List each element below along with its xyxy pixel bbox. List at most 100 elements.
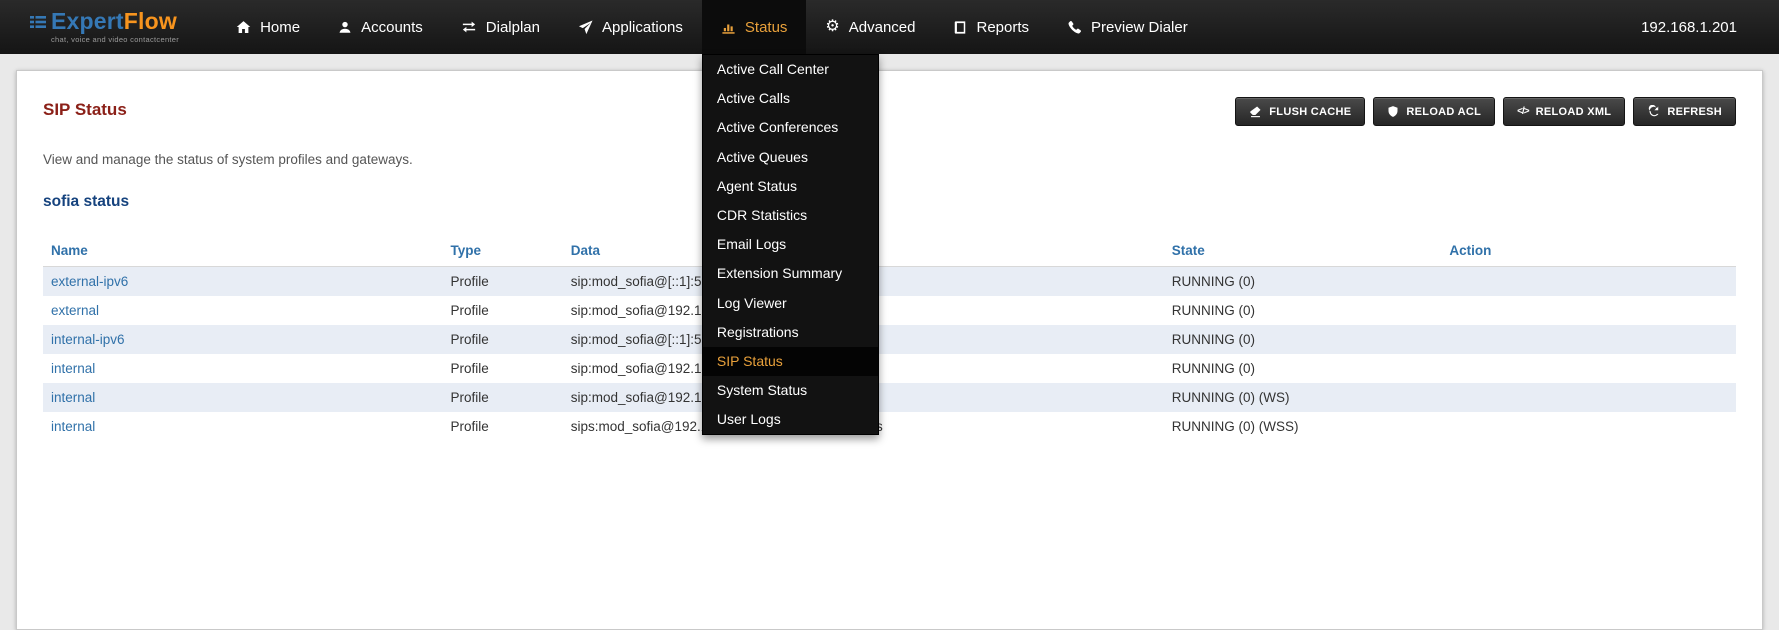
state-cell: RUNNING (0) — [1164, 296, 1442, 325]
menu-item-extension-summary[interactable]: Extension Summary — [703, 259, 878, 288]
profile-link[interactable]: internal — [51, 419, 95, 434]
menu-item-log-viewer[interactable]: Log Viewer — [703, 289, 878, 318]
menu-item-active-queues[interactable]: Active Queues — [703, 143, 878, 172]
state-cell: RUNNING (0) (WSS) — [1164, 412, 1442, 441]
flush-cache-label: FLUSH CACHE — [1269, 106, 1351, 118]
profile-link[interactable]: external — [51, 303, 99, 318]
type-cell: Profile — [443, 296, 563, 325]
top-navbar: ExpertFlow chat, voice and video contact… — [0, 0, 1779, 54]
menu-item-user-logs[interactable]: User Logs — [703, 405, 878, 434]
nav-item-label: Applications — [602, 19, 683, 36]
table-row: internal Profile sip:mod_sofia@192.168.1… — [43, 354, 1736, 383]
nav-item-label: Home — [260, 19, 300, 36]
table-row: external-ipv6 Profile sip:mod_sofia@[::1… — [43, 267, 1736, 297]
paper-plane-icon — [578, 20, 593, 35]
column-header-name[interactable]: Name — [43, 235, 443, 267]
nav-item-label: Advanced — [849, 19, 916, 36]
exchange-arrows-icon — [461, 20, 477, 34]
content-card: SIP Status FLUSH CACHE RELOAD ACL </> RE… — [16, 70, 1763, 630]
nav-item-status[interactable]: Status Active Call Center Active Calls A… — [702, 0, 807, 54]
nav-item-home[interactable]: Home — [217, 0, 319, 54]
nav-item-preview-dialer[interactable]: Preview Dialer — [1048, 0, 1207, 54]
logo-text-primary: Expert — [51, 8, 124, 34]
reload-xml-button[interactable]: </> RELOAD XML — [1503, 97, 1625, 126]
type-cell: Profile — [443, 325, 563, 354]
table-row: external Profile sip:mod_sofia@192.168.1… — [43, 296, 1736, 325]
nav-item-label: Preview Dialer — [1091, 19, 1188, 36]
profile-link[interactable]: internal — [51, 390, 95, 405]
profile-link[interactable]: external-ipv6 — [51, 274, 128, 289]
status-dropdown-menu: Active Call Center Active Calls Active C… — [702, 54, 879, 435]
type-cell: Profile — [443, 354, 563, 383]
nav-item-label: Accounts — [361, 19, 423, 36]
table-row: internal Profile sip:mod_sofia@192.168.1… — [43, 383, 1736, 412]
reload-xml-label: RELOAD XML — [1536, 106, 1612, 118]
flush-cache-button[interactable]: FLUSH CACHE — [1235, 97, 1365, 126]
sofia-status-table: Name Type Data State Action external-ipv… — [43, 235, 1736, 441]
user-icon — [338, 20, 352, 35]
profile-link[interactable]: internal-ipv6 — [51, 332, 125, 347]
card-header: SIP Status FLUSH CACHE RELOAD ACL </> RE… — [43, 97, 1736, 126]
table-header: Name Type Data State Action — [43, 235, 1736, 267]
shield-icon — [1387, 105, 1399, 118]
toolbar: FLUSH CACHE RELOAD ACL </> RELOAD XML RE… — [1235, 97, 1736, 126]
menu-item-active-conferences[interactable]: Active Conferences — [703, 113, 878, 142]
main-nav-menu: Home Accounts Dialplan Applications Stat… — [217, 0, 1207, 54]
phone-icon — [1067, 20, 1082, 35]
column-header-type[interactable]: Type — [443, 235, 563, 267]
nav-item-advanced[interactable]: ⚙ Advanced — [806, 0, 934, 54]
column-header-action[interactable]: Action — [1441, 235, 1736, 267]
menu-item-system-status[interactable]: System Status — [703, 376, 878, 405]
refresh-button[interactable]: REFRESH — [1633, 97, 1736, 126]
menu-item-sip-status[interactable]: SIP Status — [703, 347, 878, 376]
action-cell — [1441, 383, 1736, 412]
action-cell — [1441, 267, 1736, 297]
nav-item-label: Status — [745, 19, 788, 36]
home-icon — [236, 20, 251, 35]
logo-tagline: chat, voice and video contactcenter — [51, 35, 179, 44]
book-icon — [953, 20, 967, 35]
page-title: SIP Status — [43, 97, 127, 120]
menu-item-active-call-center[interactable]: Active Call Center — [703, 55, 878, 84]
reload-acl-button[interactable]: RELOAD ACL — [1373, 97, 1495, 126]
bar-chart-icon — [721, 20, 736, 35]
type-cell: Profile — [443, 267, 563, 297]
section-title: sofia status — [43, 193, 1736, 211]
state-cell: RUNNING (0) — [1164, 354, 1442, 383]
menu-item-active-calls[interactable]: Active Calls — [703, 84, 878, 113]
profile-link[interactable]: internal — [51, 361, 95, 376]
nav-item-reports[interactable]: Reports — [934, 0, 1048, 54]
type-cell: Profile — [443, 412, 563, 441]
table-row: internal-ipv6 Profile sip:mod_sofia@[::1… — [43, 325, 1736, 354]
column-header-state[interactable]: State — [1164, 235, 1442, 267]
nav-item-accounts[interactable]: Accounts — [319, 0, 442, 54]
gear-icon: ⚙ — [825, 19, 839, 35]
logo-bars-icon — [30, 15, 46, 29]
menu-item-agent-status[interactable]: Agent Status — [703, 172, 878, 201]
menu-item-registrations[interactable]: Registrations — [703, 318, 878, 347]
nav-item-label: Reports — [976, 19, 1029, 36]
nav-item-dialplan[interactable]: Dialplan — [442, 0, 559, 54]
table-row: internal Profile sips:mod_sofia@192.168.… — [43, 412, 1736, 441]
state-cell: RUNNING (0) — [1164, 325, 1442, 354]
refresh-icon — [1647, 105, 1660, 118]
action-cell — [1441, 325, 1736, 354]
app-logo[interactable]: ExpertFlow chat, voice and video contact… — [30, 0, 179, 54]
server-ip-address: 192.168.1.201 — [1641, 19, 1737, 36]
nav-item-applications[interactable]: Applications — [559, 0, 702, 54]
menu-item-cdr-statistics[interactable]: CDR Statistics — [703, 201, 878, 230]
page-description: View and manage the status of system pro… — [43, 152, 1736, 167]
action-cell — [1441, 412, 1736, 441]
logo-text-secondary: Flow — [124, 8, 177, 34]
action-cell — [1441, 354, 1736, 383]
menu-item-email-logs[interactable]: Email Logs — [703, 230, 878, 259]
nav-item-label: Dialplan — [486, 19, 540, 36]
eraser-icon — [1249, 105, 1262, 118]
action-cell — [1441, 296, 1736, 325]
state-cell: RUNNING (0) — [1164, 267, 1442, 297]
state-cell: RUNNING (0) (WS) — [1164, 383, 1442, 412]
type-cell: Profile — [443, 383, 563, 412]
refresh-label: REFRESH — [1667, 106, 1722, 118]
code-icon: </> — [1517, 106, 1528, 117]
reload-acl-label: RELOAD ACL — [1406, 106, 1481, 118]
